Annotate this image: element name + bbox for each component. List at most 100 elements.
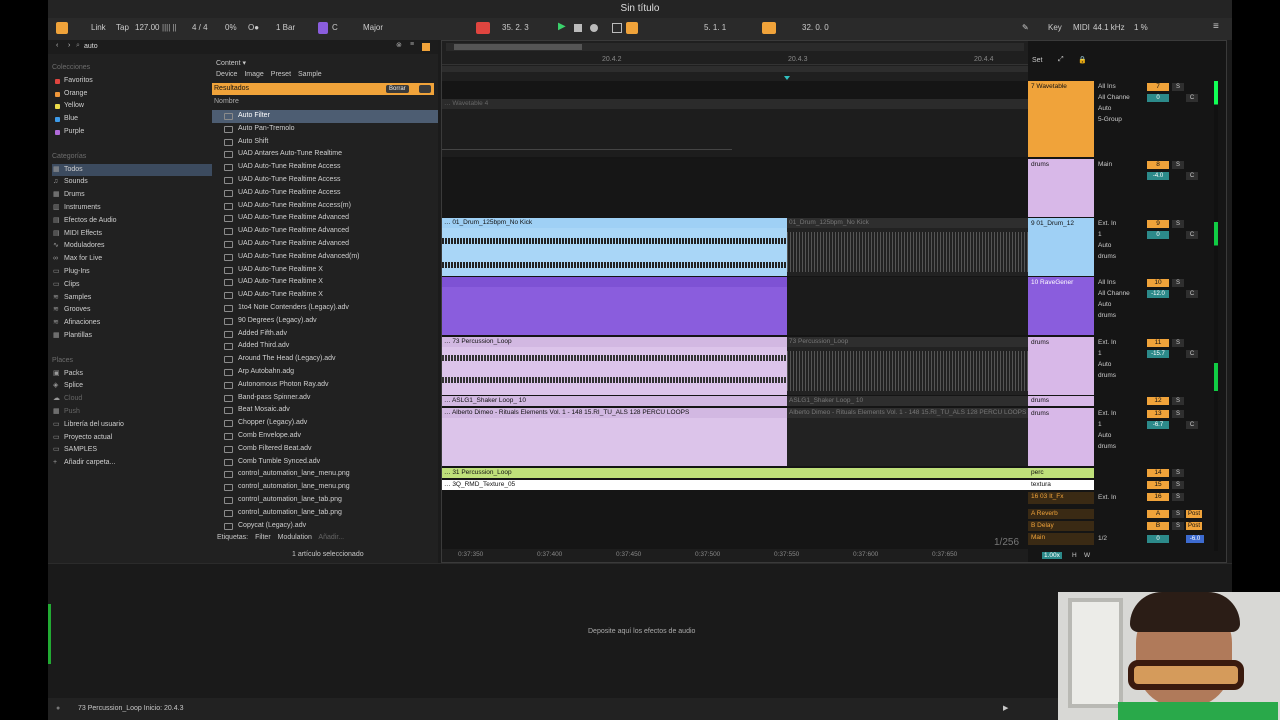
- browser-file-item[interactable]: UAD Auto-Tune Realtime Advanced: [212, 225, 438, 238]
- monitor-mode[interactable]: Auto: [1096, 299, 1144, 310]
- browser-file-item[interactable]: UAD Auto-Tune Realtime Access: [212, 161, 438, 174]
- browser-file-item[interactable]: control_automation_lane_menu.png: [212, 468, 438, 481]
- browser-file-item[interactable]: Arp Autobahn.adg: [212, 366, 438, 379]
- song-position-field[interactable]: 35. 2. 3: [502, 23, 529, 32]
- input-type-select[interactable]: All Ins: [1096, 277, 1144, 288]
- device-drop-zone[interactable]: Deposite aquí los efectos de audio: [588, 628, 695, 635]
- browser-file-item[interactable]: Added Third.adv: [212, 340, 438, 353]
- volume-field[interactable]: -15.7: [1147, 350, 1169, 358]
- place-add-folder[interactable]: + Añadir carpeta...: [52, 457, 212, 470]
- scale-select[interactable]: Major: [363, 23, 383, 32]
- input-type-select[interactable]: Ext. In: [1096, 492, 1144, 503]
- filter-device[interactable]: Device: [216, 71, 237, 78]
- category-samples[interactable]: ≋ Samples: [52, 292, 212, 305]
- h-button[interactable]: H: [1072, 552, 1077, 559]
- time-ruler[interactable]: 0:37:350 0:37:400 0:37:450 0:37:500 0:37…: [442, 549, 1028, 562]
- overdub-icon[interactable]: [612, 23, 622, 33]
- pan-field[interactable]: C: [1186, 172, 1198, 180]
- track-name[interactable]: perc: [1028, 468, 1094, 478]
- browser-file-item[interactable]: Added Fifth.adv: [212, 328, 438, 341]
- draw-mode-icon[interactable]: ✎: [1022, 23, 1029, 32]
- loop-switch-icon[interactable]: [762, 22, 776, 34]
- track-name[interactable]: 16 03 It_Fx: [1028, 492, 1094, 504]
- browser-file-item[interactable]: Auto Pan-Tremolo: [212, 123, 438, 136]
- volume-field[interactable]: -12.0: [1147, 290, 1169, 298]
- expand-icon[interactable]: ⤢: [1058, 56, 1064, 64]
- place-splice[interactable]: ◈ Splice: [52, 380, 212, 393]
- scroll-bar[interactable]: [442, 66, 1028, 72]
- category-modulators[interactable]: ∿ Moduladores: [52, 240, 212, 253]
- solo-button[interactable]: S: [1172, 83, 1184, 91]
- output-select[interactable]: drums: [1096, 251, 1144, 262]
- track-activator[interactable]: 7: [1147, 83, 1169, 91]
- rave-generator-clip[interactable]: [442, 277, 787, 335]
- solo-button[interactable]: S: [1172, 522, 1184, 530]
- output-select[interactable]: drums: [1096, 310, 1144, 321]
- category-audio-effects[interactable]: ▤ Efectos de Audio: [52, 215, 212, 228]
- input-channel-select[interactable]: 1: [1096, 229, 1144, 240]
- category-templates[interactable]: ▦ Plantillas: [52, 330, 212, 343]
- browser-file-item[interactable]: control_automation_lane_tab.png: [212, 507, 438, 520]
- track-name[interactable]: drums: [1028, 159, 1094, 217]
- track-activator[interactable]: 12: [1147, 397, 1169, 405]
- input-type-select[interactable]: Ext. In: [1096, 337, 1144, 348]
- solo-button[interactable]: S: [1172, 493, 1184, 501]
- track-header[interactable]: drums Ext. In 1 Auto drums 13 S -6.7 C: [1028, 408, 1228, 466]
- input-channel-select[interactable]: 1: [1096, 348, 1144, 359]
- loop-brace[interactable]: [454, 44, 582, 50]
- filter-image[interactable]: Image: [244, 71, 263, 78]
- track-activator[interactable]: 15: [1147, 481, 1169, 489]
- track-header[interactable]: textura 15 S: [1028, 480, 1228, 490]
- search-input[interactable]: auto: [84, 43, 98, 50]
- wavetable-clip[interactable]: … Wavetable 4: [442, 99, 1028, 157]
- link-button[interactable]: Link: [91, 23, 106, 32]
- input-channel-select[interactable]: All Channe: [1096, 92, 1144, 103]
- place-push[interactable]: ▦ Push: [52, 406, 212, 419]
- input-type-select[interactable]: Ext. In: [1096, 218, 1144, 229]
- track-activator[interactable]: 11: [1147, 339, 1169, 347]
- volume-field[interactable]: 0: [1147, 231, 1169, 239]
- input-type-select[interactable]: Main: [1096, 159, 1144, 170]
- category-all[interactable]: ▦ Todos: [52, 163, 212, 177]
- track-name[interactable]: A Reverb: [1028, 509, 1094, 519]
- output-select[interactable]: 5-Group: [1096, 114, 1144, 125]
- content-dropdown[interactable]: Content ▾: [216, 59, 246, 67]
- category-grooves[interactable]: ≋ Grooves: [52, 304, 212, 317]
- track-header[interactable]: drums 12 S: [1028, 396, 1228, 406]
- browser-file-item[interactable]: Comb Tumble Synced.adv: [212, 456, 438, 469]
- browser-file-item[interactable]: Comb Envelope.adv: [212, 430, 438, 443]
- percussion-clip-selected[interactable]: … 73 Percussion_Loop: [442, 337, 787, 395]
- drum-clip[interactable]: 01_Drum_125bpm_No Kick: [787, 218, 1028, 276]
- place-current-project[interactable]: ▭ Proyecto actual: [52, 432, 212, 445]
- browser-file-item[interactable]: Around The Head (Legacy).adv: [212, 353, 438, 366]
- browser-file-item[interactable]: UAD Antares Auto-Tune Realtime: [212, 148, 438, 161]
- track-header[interactable]: perc 14 S: [1028, 468, 1228, 478]
- track-name[interactable]: Main: [1028, 533, 1094, 545]
- place-packs[interactable]: ▣ Packs: [52, 368, 212, 381]
- browser-file-item[interactable]: 90 Degrees (Legacy).adv: [212, 315, 438, 328]
- monitor-mode[interactable]: Auto: [1096, 103, 1144, 114]
- browser-file-item[interactable]: UAD Auto-Tune Realtime Access: [212, 187, 438, 200]
- track-name[interactable]: B Delay: [1028, 521, 1094, 531]
- automation-arm-icon[interactable]: [626, 22, 638, 34]
- track-activator[interactable]: 10: [1147, 279, 1169, 287]
- track-name[interactable]: textura: [1028, 480, 1094, 490]
- volume-field[interactable]: -4.0: [1147, 172, 1169, 180]
- browser-file-item[interactable]: Beat Mosaic.adv: [212, 404, 438, 417]
- input-type-select[interactable]: Ext. In: [1096, 408, 1144, 419]
- pan-field[interactable]: C: [1186, 94, 1198, 102]
- arrangement-record-icon[interactable]: [476, 22, 490, 34]
- output-select[interactable]: drums: [1096, 441, 1144, 452]
- set-button[interactable]: Set: [1032, 57, 1043, 64]
- browser-file-item[interactable]: UAD Auto-Tune Realtime X: [212, 276, 438, 289]
- metronome-bars-icon[interactable]: |||| ||: [162, 23, 177, 32]
- menu-icon[interactable]: ≡: [1213, 21, 1219, 32]
- category-sounds[interactable]: ♫ Sounds: [52, 176, 212, 189]
- solo-button[interactable]: S: [1172, 220, 1184, 228]
- browser-file-item[interactable]: Auto Filter: [212, 110, 438, 123]
- browser-file-item[interactable]: control_automation_lane_tab.png: [212, 494, 438, 507]
- browser-file-item[interactable]: Copycat (Legacy).adv: [212, 520, 438, 533]
- volume-field[interactable]: -6.7: [1147, 421, 1169, 429]
- browser-file-item[interactable]: UAD Auto-Tune Realtime Access(m): [212, 200, 438, 213]
- midi-map-button[interactable]: MIDI: [1073, 23, 1090, 32]
